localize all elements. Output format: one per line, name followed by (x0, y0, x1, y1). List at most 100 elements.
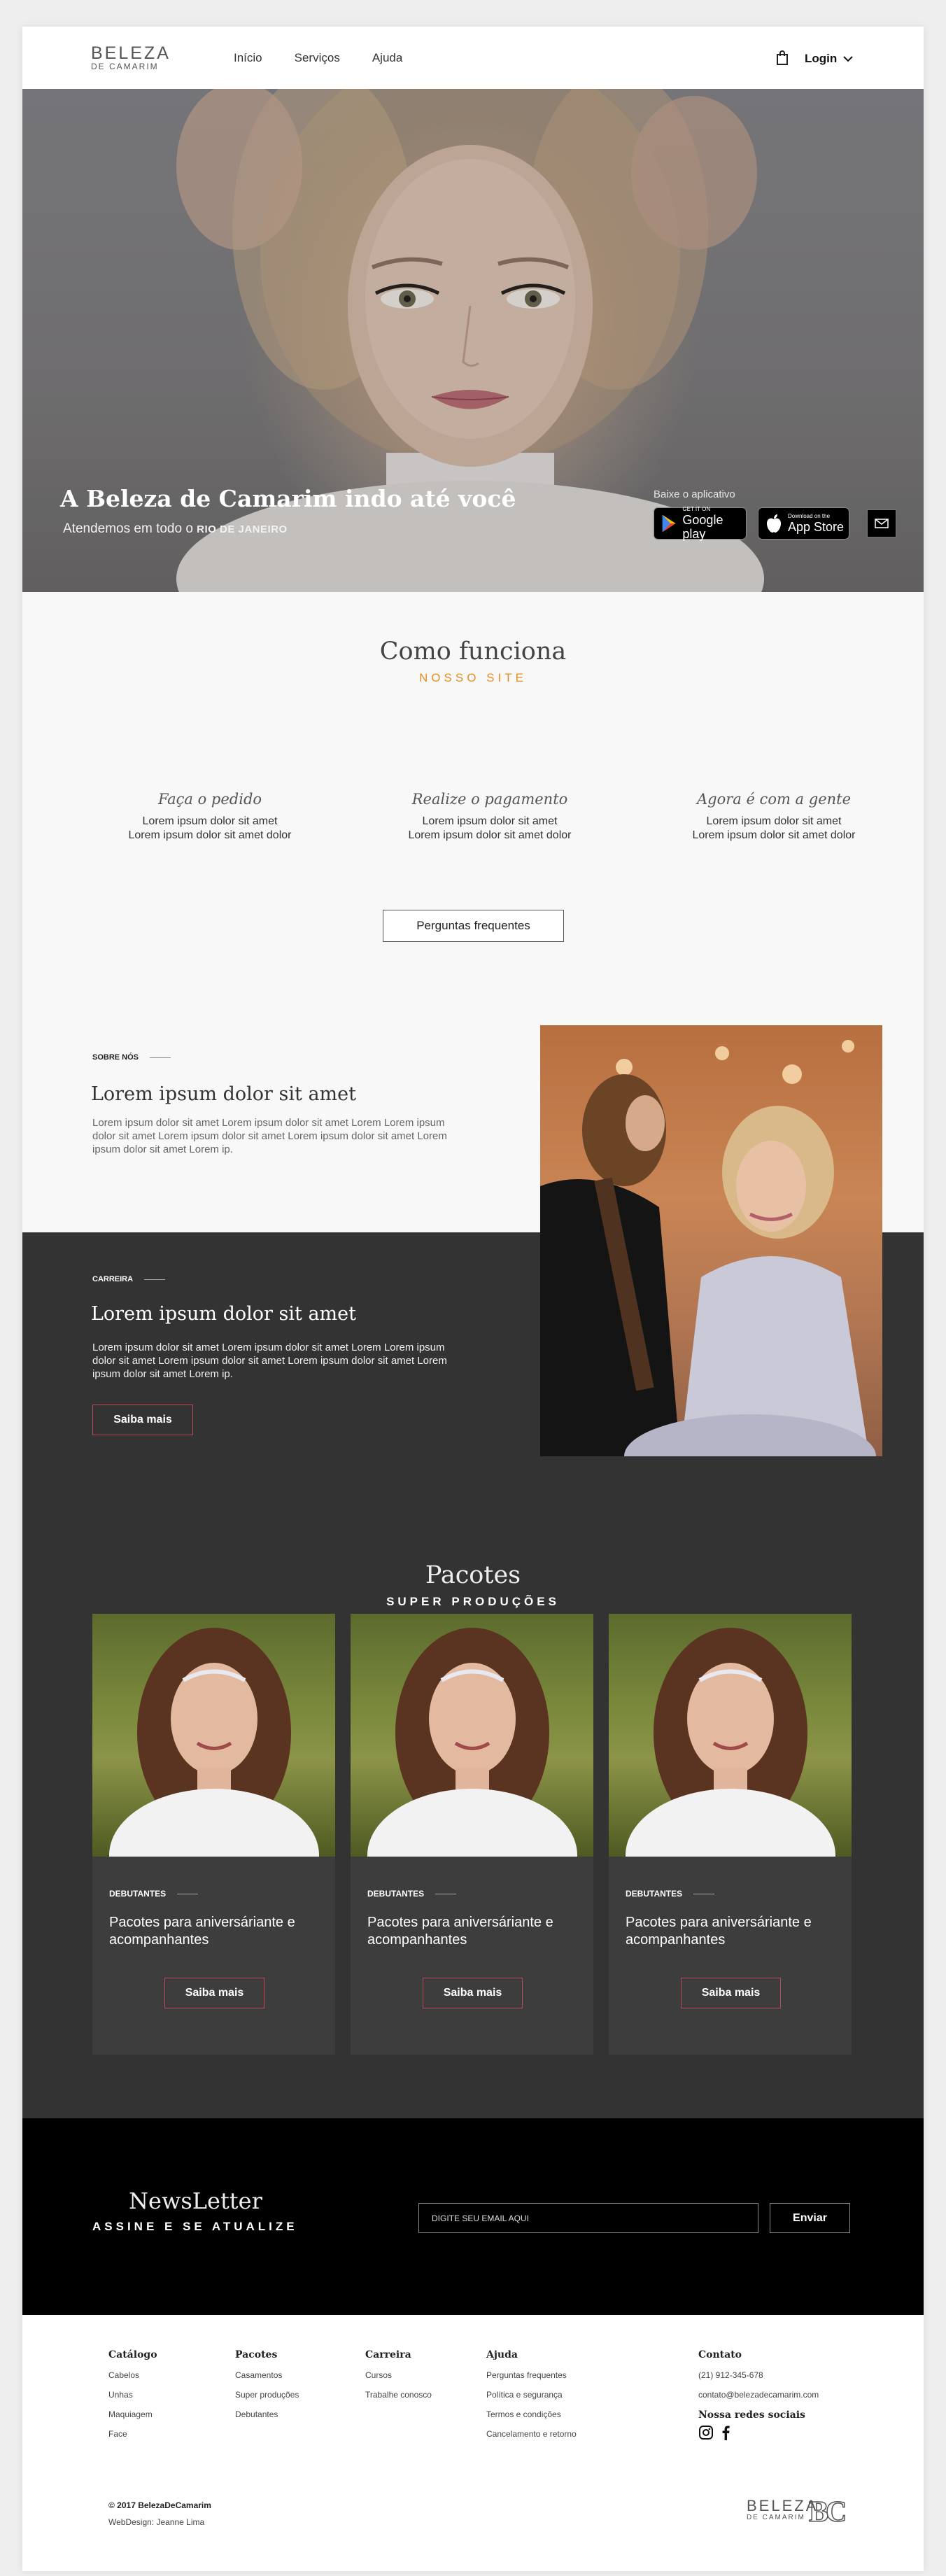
hero-subtitle-region: RIO DE JANEIRO (197, 523, 288, 535)
footer-email[interactable]: contato@belezadecamarim.com (698, 2390, 819, 2400)
package-card-2-title: Pacotes para aniversáriante e acompanhan… (367, 1915, 553, 1948)
footer-col-title: Catálogo (108, 2349, 157, 2360)
main-nav: Início Serviços Ajuda (234, 51, 435, 65)
step-2-line2: Lorem ipsum dolor sit amet dolor (408, 829, 572, 841)
step-1-line2: Lorem ipsum dolor sit amet dolor (128, 829, 292, 841)
package-card-1-saiba-mais-button[interactable]: Saiba mais (164, 1978, 264, 2008)
footer-link[interactable]: Debutantes (235, 2409, 299, 2419)
package-card-1[interactable]: DEBUTANTES Pacotes para aniversáriante e… (92, 1614, 335, 2055)
login-label: Login (805, 52, 838, 65)
footer-col-title: Pacotes (235, 2349, 278, 2360)
sobre-title: Lorem ipsum dolor sit amet (91, 1083, 356, 1105)
hero-subtitle: Atendemos em todo o RIO DE JANEIRO (63, 521, 288, 537)
footer-logo-line1: BELEZA (747, 2497, 819, 2514)
footer-link[interactable]: Cancelamento e retorno (486, 2429, 577, 2439)
copyright: © 2017 BelezaDeCamarim (108, 2500, 211, 2510)
newsletter-email-input[interactable]: DIGITE SEU EMAIL AQUI (418, 2203, 758, 2233)
footer-link[interactable]: Unhas (108, 2390, 157, 2400)
google-play-big: Google play (682, 513, 723, 541)
nav-ajuda[interactable]: Ajuda (372, 51, 402, 65)
faq-button[interactable]: Perguntas frequentes (383, 910, 564, 942)
header: BELEZA DE CAMARIM Início Serviços Ajuda … (22, 27, 924, 89)
footer-col-contato: Contato (21) 912-345-678 contato@belezad… (698, 2349, 819, 2440)
footer-logo-mark: BC (808, 2496, 847, 2529)
package-card-1-label-text: DEBUTANTES (109, 1889, 167, 1899)
footer-link[interactable]: Termos e condições (486, 2409, 577, 2419)
package-card-3[interactable]: DEBUTANTES Pacotes para aniversáriante e… (609, 1614, 852, 2055)
hero-title: A Beleza de Camarim indo até você (60, 485, 516, 512)
package-card-3-title: Pacotes para aniversáriante e acompanhan… (626, 1915, 812, 1948)
app-store-big: App Store (788, 520, 845, 534)
label-divider (150, 1057, 171, 1058)
package-card-2-saiba-mais-button[interactable]: Saiba mais (423, 1978, 523, 2008)
footer-link[interactable]: Trabalhe conosco (365, 2390, 432, 2400)
logo-line2: DE CAMARIM (91, 62, 159, 71)
footer-link[interactable]: Perguntas frequentes (486, 2370, 577, 2380)
footer-col-title: Ajuda (486, 2349, 518, 2360)
mail-button[interactable] (867, 509, 896, 537)
facebook-icon[interactable] (721, 2425, 730, 2440)
footer: Catálogo Cabelos Unhas Maquiagem Face Pa… (22, 2315, 924, 2571)
hero-banner: A Beleza de Camarim indo até você Atende… (22, 89, 924, 592)
step-3: Agora é com a gente Lorem ipsum dolor si… (634, 791, 914, 843)
footer-col-title: Carreira (365, 2349, 411, 2360)
footer-link[interactable]: Casamentos (235, 2370, 299, 2380)
brand-logo[interactable]: BELEZA DE CAMARIM (91, 43, 171, 72)
package-card-3-saiba-mais-button[interactable]: Saiba mais (681, 1978, 781, 2008)
newsletter-section: NewsLetter ASSINE E SE ATUALIZE DIGITE S… (22, 2118, 924, 2315)
footer-col-catalogo: Catálogo Cabelos Unhas Maquiagem Face (108, 2349, 157, 2449)
carreira-saiba-mais-button[interactable]: Saiba mais (92, 1405, 193, 1435)
app-store-button[interactable]: Download on the App Store (758, 507, 849, 540)
label-divider (144, 1279, 166, 1280)
como-subtitle: NOSSO SITE (419, 671, 527, 684)
como-title: Como funciona (379, 638, 567, 666)
app-store-small: Download on the (788, 513, 831, 519)
step-3-line2: Lorem ipsum dolor sit amet dolor (692, 829, 856, 841)
package-card-3-label-text: DEBUTANTES (626, 1889, 683, 1899)
footer-col-pacotes: Pacotes Casamentos Super produções Debut… (235, 2349, 299, 2429)
app-download-label: Baixe o aplicativo (654, 488, 735, 500)
step-1-line1: Lorem ipsum dolor sit amet (142, 815, 278, 827)
footer-phone[interactable]: (21) 912-345-678 (698, 2370, 819, 2380)
sobre-label-text: SOBRE NÓS (92, 1053, 139, 1062)
package-card-3-label: DEBUTANTES (626, 1889, 715, 1899)
login-menu[interactable]: Login (805, 52, 853, 66)
apple-icon (767, 514, 781, 533)
footer-link[interactable]: Cabelos (108, 2370, 157, 2380)
footer-link[interactable]: Face (108, 2429, 157, 2439)
step-2-title: Realize o pagamento (411, 791, 568, 808)
package-card-3-image (609, 1614, 852, 1857)
google-play-icon (662, 514, 676, 533)
footer-link[interactable]: Política e segurança (486, 2390, 577, 2400)
page: BELEZA DE CAMARIM Início Serviços Ajuda … (22, 27, 924, 2571)
logo-line1: BELEZA (91, 43, 171, 63)
package-card-2-label: DEBUTANTES (367, 1889, 457, 1899)
sobre-text: Lorem ipsum dolor sit amet Lorem ipsum d… (92, 1117, 447, 1155)
nav-inicio[interactable]: Início (234, 51, 262, 65)
footer-link[interactable]: Maquiagem (108, 2409, 157, 2419)
makeup-artist-photo (540, 1025, 882, 1456)
chevron-down-icon (843, 56, 853, 62)
instagram-icon[interactable] (698, 2425, 714, 2440)
footer-contact-title: Contato (698, 2349, 742, 2360)
carreira-title: Lorem ipsum dolor sit amet (91, 1303, 356, 1325)
google-play-button[interactable]: GET IT ON Google play (654, 506, 747, 541)
google-play-small: GET IT ON (682, 506, 711, 512)
package-card-2[interactable]: DEBUTANTES Pacotes para aniversáriante e… (351, 1614, 593, 2055)
shopping-bag-icon[interactable] (775, 50, 789, 66)
sobre-label: SOBRE NÓS (92, 1053, 171, 1062)
step-1-title: Faça o pedido (157, 791, 262, 808)
newsletter-submit-button[interactable]: Enviar (770, 2203, 850, 2233)
carreira-label: CARREIRA (92, 1275, 166, 1283)
footer-col-ajuda: Ajuda Perguntas frequentes Política e se… (486, 2349, 577, 2449)
footer-link[interactable]: Cursos (365, 2370, 432, 2380)
newsletter-subtitle: ASSINE E SE ATUALIZE (92, 2220, 298, 2233)
footer-social-title: Nossa redes sociais (698, 2409, 805, 2421)
bride-image (626, 1628, 835, 1857)
step-3-title: Agora é com a gente (696, 791, 852, 808)
package-card-2-image (351, 1614, 593, 1857)
nav-servicos[interactable]: Serviços (295, 51, 340, 65)
package-card-1-label: DEBUTANTES (109, 1889, 199, 1899)
footer-link[interactable]: Super produções (235, 2390, 299, 2400)
footer-logo: BELEZA DE CAMARIM (747, 2497, 819, 2522)
